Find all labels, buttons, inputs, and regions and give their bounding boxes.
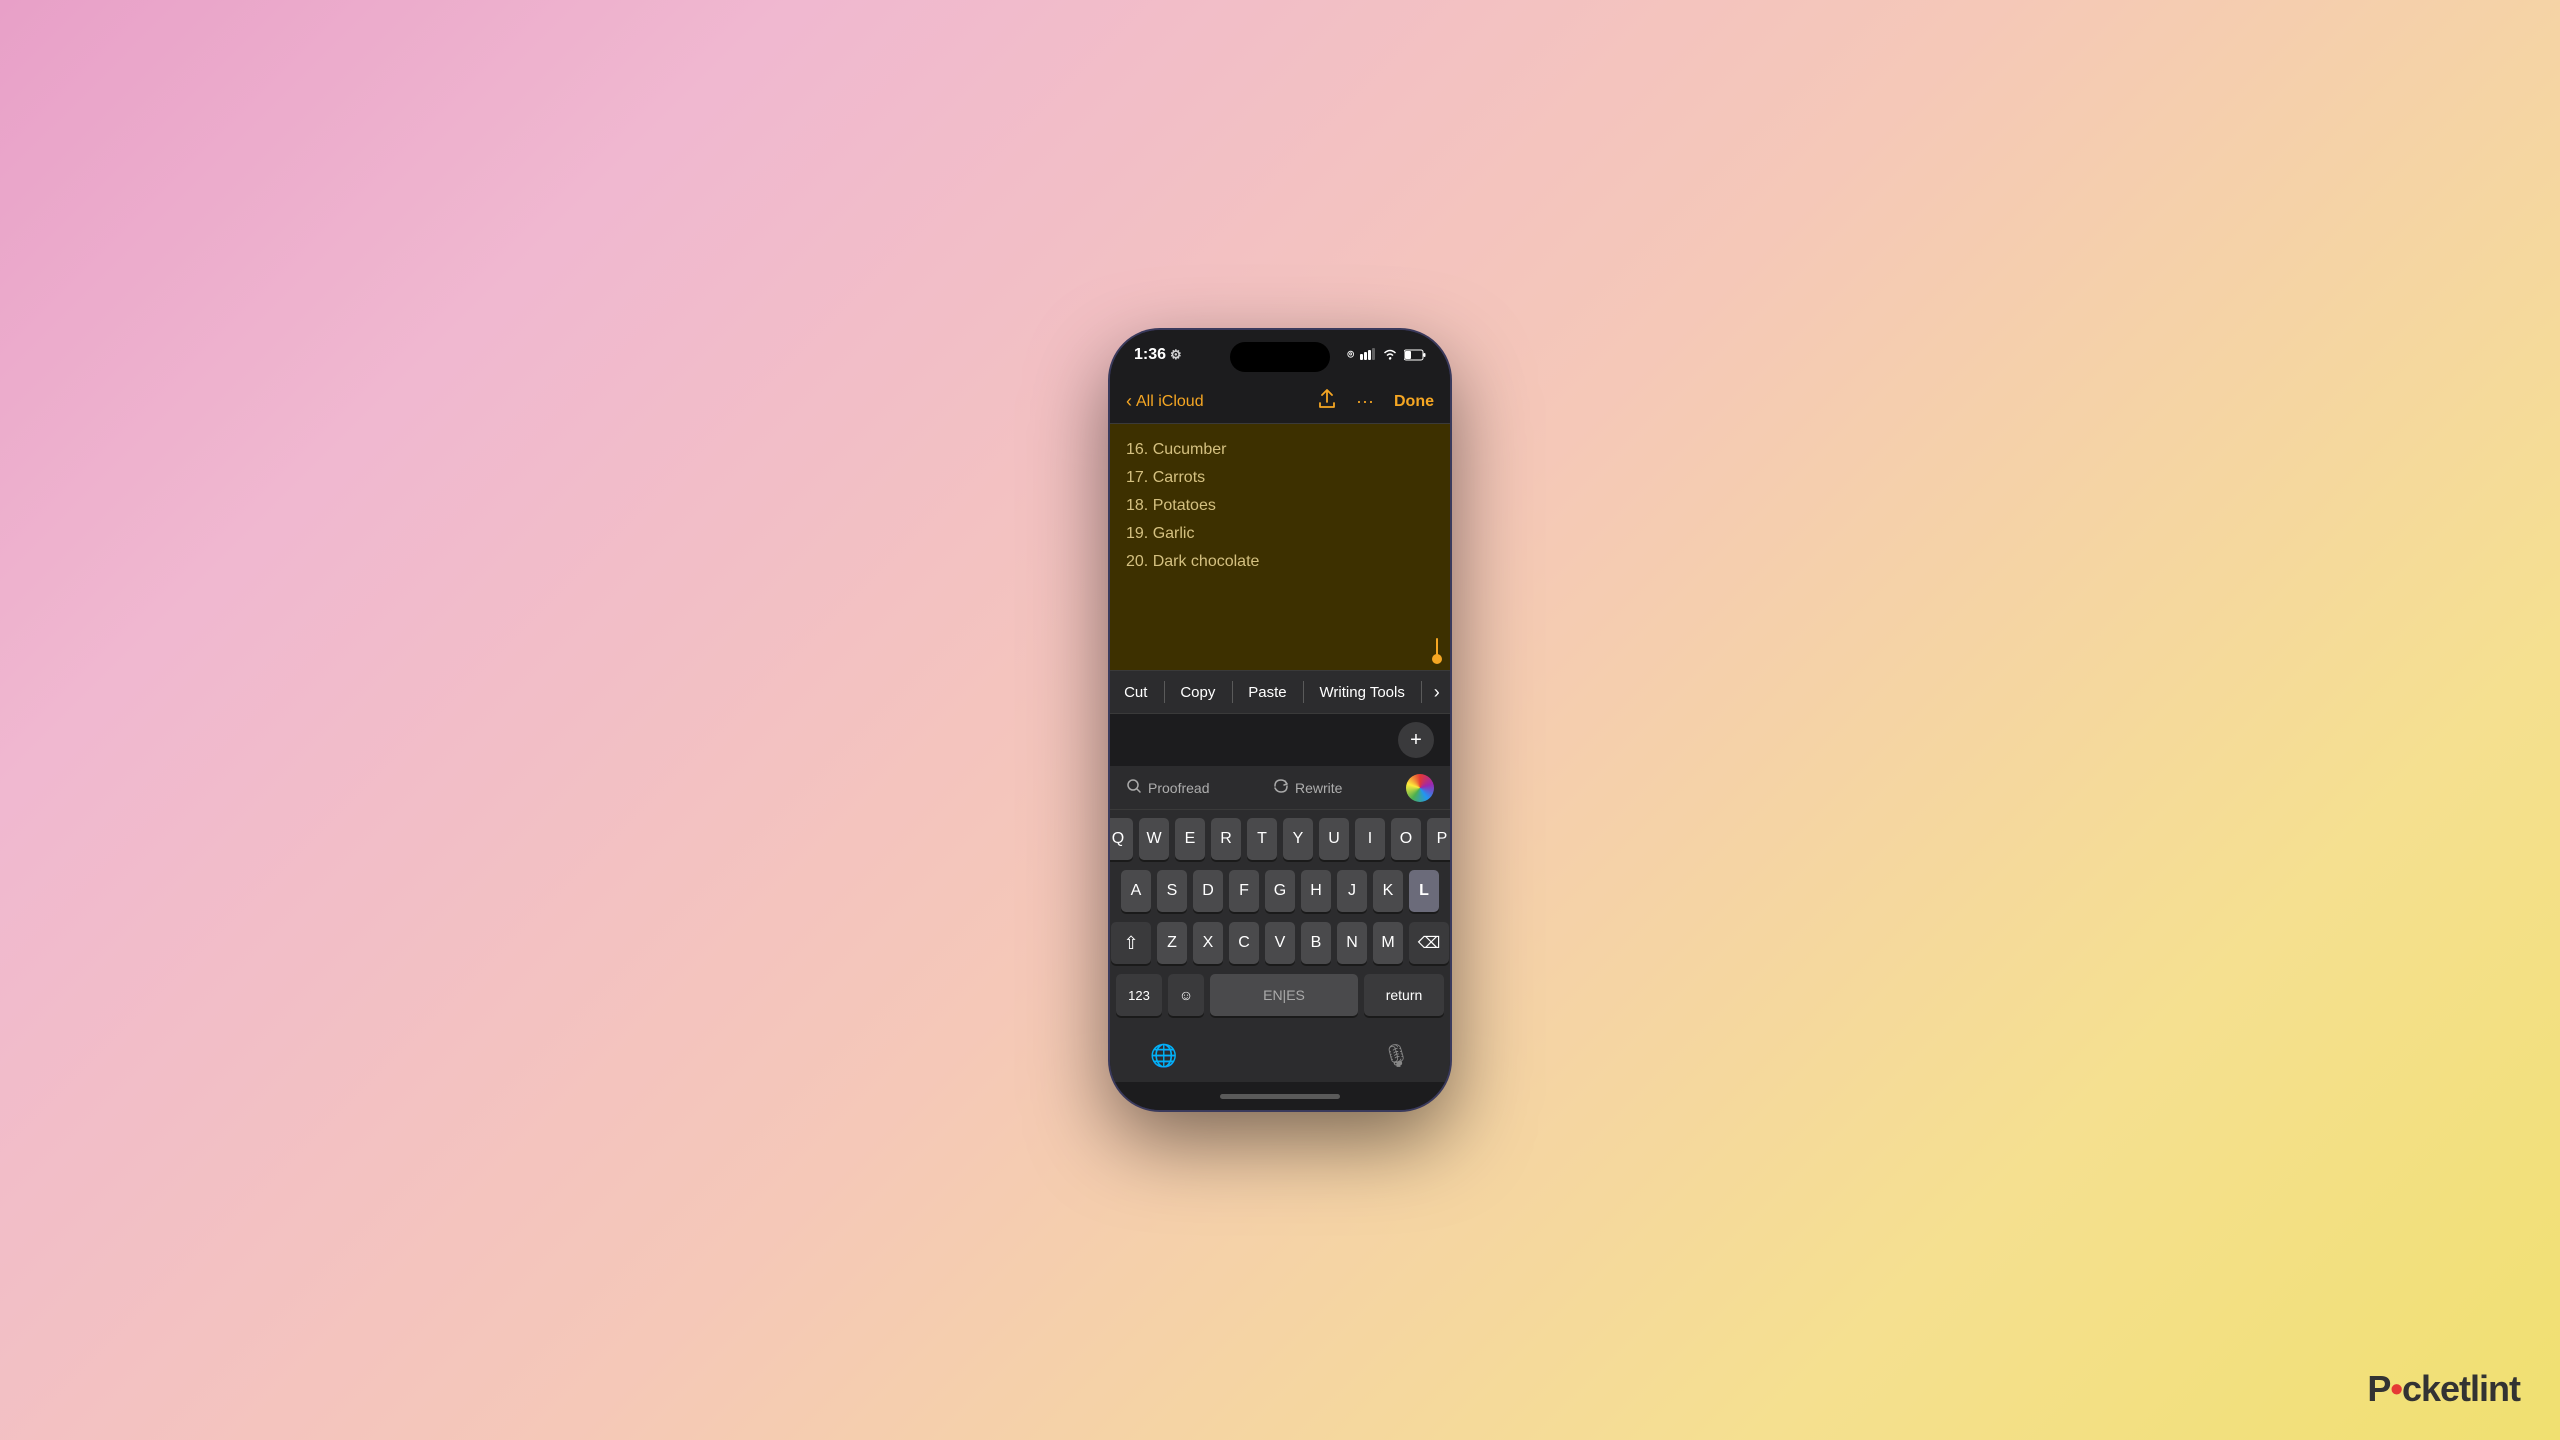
mic-icon[interactable]: 🎙 (1382, 1043, 1410, 1069)
key-b[interactable]: B (1301, 922, 1331, 964)
paste-button[interactable]: Paste (1236, 676, 1298, 709)
key-k[interactable]: K (1373, 870, 1403, 912)
note-line-17: 17. Carrots (1126, 464, 1434, 492)
key-row-4: 123 ☺ EN|ES return (1116, 974, 1444, 1016)
delete-key[interactable]: ⌫ (1409, 922, 1449, 964)
context-menu: Cut Copy Paste Writing Tools › (1110, 670, 1450, 714)
key-d[interactable]: D (1193, 870, 1223, 912)
more-options-button[interactable]: › (1426, 674, 1448, 711)
key-p[interactable]: P (1427, 818, 1450, 860)
key-t[interactable]: T (1247, 818, 1277, 860)
writing-tools-bar: Proofread Rewrite (1110, 766, 1450, 810)
key-v[interactable]: V (1265, 922, 1295, 964)
battery-icon (1404, 349, 1426, 361)
more-icon[interactable]: ··· (1356, 391, 1374, 412)
nav-bar: ‹ All iCloud ··· Done (1110, 380, 1450, 424)
shift-key[interactable]: ⇧ (1111, 922, 1151, 964)
back-button[interactable]: ‹ All iCloud (1126, 391, 1204, 412)
key-j[interactable]: J (1337, 870, 1367, 912)
ai-tools-button[interactable] (1406, 774, 1434, 802)
key-f[interactable]: F (1229, 870, 1259, 912)
numbers-key[interactable]: 123 (1116, 974, 1162, 1016)
key-n[interactable]: N (1337, 922, 1367, 964)
note-line-18: 18. Potatoes (1126, 492, 1434, 520)
emoji-key[interactable]: ☺ (1168, 974, 1204, 1016)
key-x[interactable]: X (1193, 922, 1223, 964)
note-line-20: 20. Dark chocolate (1126, 548, 1434, 576)
separator-2 (1232, 681, 1233, 703)
proofread-label: Proofread (1148, 780, 1209, 796)
home-indicator (1110, 1082, 1450, 1110)
cursor-dot (1432, 654, 1442, 664)
back-label: All iCloud (1136, 393, 1204, 411)
dynamic-island (1230, 342, 1330, 372)
keyboard: Q W E R T Y U I O P A S D F G H J K L ⇧ … (1110, 810, 1450, 1030)
key-row-2: A S D F G H J K L (1116, 870, 1444, 912)
note-line-19: 19. Garlic (1126, 520, 1434, 548)
phone-frame: 1:36 ⚙ ⌾ ‹ (1110, 330, 1450, 1110)
key-r[interactable]: R (1211, 818, 1241, 860)
back-chevron-icon: ‹ (1126, 391, 1132, 412)
key-y[interactable]: Y (1283, 818, 1313, 860)
note-line-16: 16. Cucumber (1126, 436, 1434, 464)
status-time: 1:36 (1134, 346, 1166, 364)
pocketlint-logo: P•cketlint (2367, 1368, 2520, 1410)
proofread-icon (1126, 778, 1142, 797)
separator-1 (1164, 681, 1165, 703)
key-row-3: ⇧ Z X C V B N M ⌫ (1116, 922, 1444, 964)
bottom-bar: 🌐 🎙 (1110, 1030, 1450, 1082)
plus-area: + (1110, 714, 1450, 766)
key-l[interactable]: L (1409, 870, 1439, 912)
cut-button[interactable]: Cut (1112, 676, 1159, 709)
nav-actions: ··· Done (1318, 389, 1434, 414)
key-h[interactable]: H (1301, 870, 1331, 912)
rewrite-button[interactable]: Rewrite (1273, 778, 1342, 797)
rewrite-icon (1273, 778, 1289, 797)
gear-icon: ⚙ (1170, 347, 1182, 363)
globe-icon[interactable]: 🌐 (1150, 1043, 1177, 1069)
rewrite-label: Rewrite (1295, 780, 1342, 796)
return-key[interactable]: return (1364, 974, 1444, 1016)
pocketlint-dot: • (2390, 1368, 2402, 1409)
key-g[interactable]: G (1265, 870, 1295, 912)
separator-3 (1303, 681, 1304, 703)
add-button[interactable]: + (1398, 722, 1434, 758)
key-a[interactable]: A (1121, 870, 1151, 912)
key-i[interactable]: I (1355, 818, 1385, 860)
done-button[interactable]: Done (1394, 393, 1434, 411)
home-bar (1220, 1094, 1340, 1099)
writing-tools-button[interactable]: Writing Tools (1308, 676, 1417, 709)
proofread-button[interactable]: Proofread (1126, 778, 1209, 797)
key-w[interactable]: W (1139, 818, 1169, 860)
key-row-1: Q W E R T Y U I O P (1116, 818, 1444, 860)
space-key[interactable]: EN|ES (1210, 974, 1358, 1016)
copy-button[interactable]: Copy (1168, 676, 1227, 709)
key-u[interactable]: U (1319, 818, 1349, 860)
key-o[interactable]: O (1391, 818, 1421, 860)
notes-content[interactable]: 16. Cucumber 17. Carrots 18. Potatoes 19… (1110, 424, 1450, 670)
key-m[interactable]: M (1373, 922, 1403, 964)
bluetooth-icon: ⌾ (1347, 349, 1354, 362)
key-e[interactable]: E (1175, 818, 1205, 860)
key-c[interactable]: C (1229, 922, 1259, 964)
key-q[interactable]: Q (1110, 818, 1133, 860)
share-icon[interactable] (1318, 389, 1336, 414)
key-z[interactable]: Z (1157, 922, 1187, 964)
separator-4 (1421, 681, 1422, 703)
status-left: 1:36 ⚙ (1134, 346, 1182, 364)
key-s[interactable]: S (1157, 870, 1187, 912)
wifi-icon (1382, 348, 1398, 363)
signal-icon (1360, 348, 1376, 363)
status-right: ⌾ (1347, 348, 1426, 363)
